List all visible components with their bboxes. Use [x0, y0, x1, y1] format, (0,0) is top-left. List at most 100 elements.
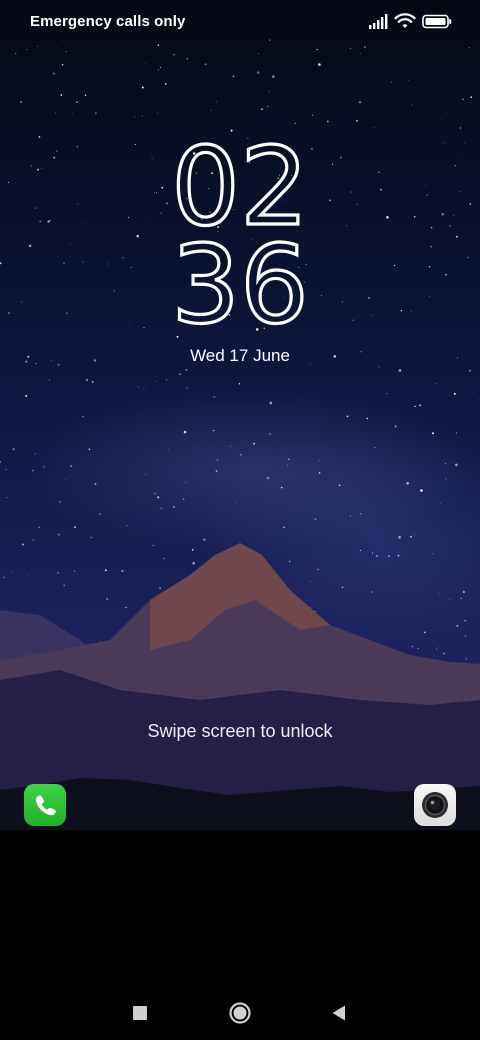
star — [91, 381, 94, 383]
star — [125, 606, 127, 609]
star — [266, 476, 270, 480]
star — [121, 570, 124, 572]
star — [57, 572, 59, 574]
phone-shortcut-button[interactable] — [24, 784, 66, 826]
star — [371, 552, 374, 554]
star — [294, 122, 296, 124]
star — [267, 105, 269, 107]
star — [394, 425, 397, 428]
home-button[interactable] — [225, 998, 255, 1028]
star — [420, 489, 423, 492]
star — [172, 505, 175, 508]
star — [157, 112, 159, 114]
status-bar: Emergency calls only — [0, 0, 480, 44]
star — [462, 98, 464, 100]
star — [360, 513, 362, 515]
star — [261, 108, 263, 110]
back-button[interactable] — [324, 998, 354, 1028]
star — [58, 533, 60, 536]
star — [215, 470, 218, 472]
star — [424, 631, 426, 634]
star — [229, 445, 232, 448]
star — [136, 414, 138, 416]
star — [398, 535, 401, 539]
star — [159, 66, 161, 68]
star — [203, 538, 206, 541]
star — [168, 448, 170, 450]
star — [176, 335, 179, 338]
star — [455, 463, 458, 467]
star — [470, 96, 473, 99]
carrier-label: Emergency calls only — [30, 13, 186, 30]
star — [141, 115, 143, 117]
star — [386, 393, 388, 394]
star — [417, 648, 419, 650]
star — [0, 461, 1, 463]
star — [240, 453, 243, 456]
camera-shortcut-button[interactable] — [414, 784, 456, 826]
star — [138, 80, 140, 81]
star — [213, 429, 215, 432]
star — [346, 415, 349, 418]
star — [376, 555, 378, 557]
star — [388, 555, 390, 557]
star — [269, 401, 273, 405]
star — [186, 387, 188, 389]
star — [398, 369, 402, 372]
star — [15, 53, 17, 55]
star — [55, 112, 57, 114]
star — [154, 492, 156, 495]
star — [360, 53, 361, 54]
star — [318, 63, 321, 66]
star — [53, 73, 55, 75]
star — [286, 464, 288, 466]
star — [436, 383, 438, 385]
star — [272, 75, 275, 78]
star — [453, 392, 456, 395]
star — [397, 554, 400, 557]
star — [411, 645, 414, 648]
star — [164, 83, 167, 85]
star — [137, 386, 139, 388]
star — [432, 553, 434, 555]
star — [230, 129, 233, 132]
star — [34, 453, 36, 455]
star — [25, 394, 28, 397]
star — [152, 544, 155, 547]
star — [27, 574, 29, 576]
star — [440, 118, 442, 120]
star — [134, 116, 136, 118]
star — [26, 49, 28, 51]
star — [79, 110, 81, 112]
star — [12, 448, 15, 451]
star — [155, 380, 157, 382]
star — [191, 548, 194, 551]
star — [73, 526, 76, 529]
star — [104, 569, 107, 572]
star — [158, 69, 159, 71]
star — [309, 581, 311, 583]
star — [22, 543, 24, 546]
star — [378, 366, 380, 368]
star — [32, 539, 34, 541]
star — [445, 478, 447, 480]
star — [165, 379, 167, 381]
star — [437, 645, 439, 647]
clock-digits: 02 36 — [170, 123, 311, 349]
star — [464, 634, 467, 637]
star — [144, 473, 146, 475]
star — [317, 568, 319, 571]
star — [318, 471, 321, 474]
star — [356, 119, 358, 122]
star — [462, 591, 465, 593]
star — [269, 433, 272, 435]
star — [186, 58, 188, 60]
star — [349, 48, 351, 50]
recents-button[interactable] — [125, 998, 155, 1028]
clock-minute: 36 — [171, 223, 308, 328]
star — [435, 648, 438, 650]
star — [185, 481, 187, 483]
star — [109, 493, 111, 495]
lock-screen[interactable]: Emergency calls only 02 36 Wed 17 June S… — [0, 0, 480, 1040]
star — [11, 571, 12, 573]
